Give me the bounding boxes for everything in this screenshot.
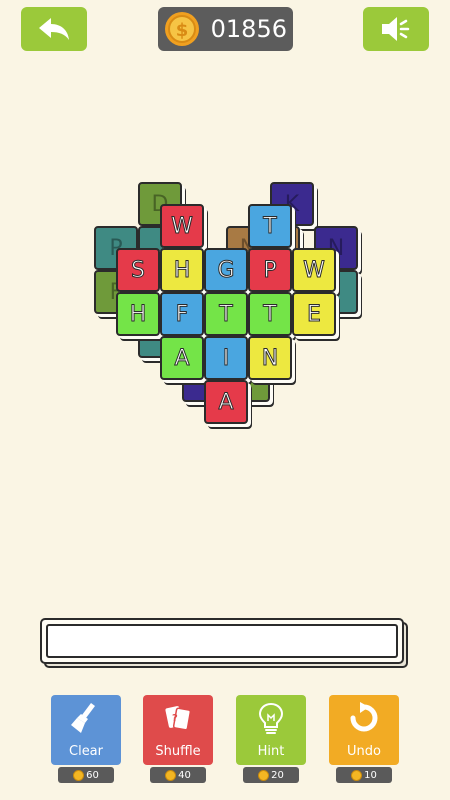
clear-cost: 60 [58,767,114,783]
letter-tile[interactable]: W [292,248,336,292]
letter-tile[interactable]: H [116,292,160,336]
coin-icon [165,769,177,781]
hint-cost: 20 [243,767,299,783]
hint-label: Hint [257,744,285,759]
shuffle-label: Shuffle [155,744,201,759]
shuffle-button[interactable]: ? Shuffle [143,695,213,765]
clear-button[interactable]: Clear [51,695,121,765]
letter-tile[interactable]: E [292,292,336,336]
letter-tile[interactable]: H [160,248,204,292]
hint-button[interactable]: Hint [236,695,306,765]
coin-icon [258,769,270,781]
cards-icon: ? [165,706,192,731]
undo-label: Undo [347,744,381,759]
word-slot [40,618,410,668]
clear-label: Clear [69,744,103,759]
shuffle-cost: 40 [150,767,206,783]
tile-board: DKPNFNWTSHGPWHFTTEAINA [0,0,450,600]
letter-tile[interactable]: P [248,248,292,292]
undo-cost: 10 [336,767,392,783]
letter-tile[interactable]: T [248,204,292,248]
letter-tile[interactable]: N [248,336,292,380]
letter-tile[interactable]: A [204,380,248,424]
undo-arrow-icon [350,702,378,732]
letter-tile[interactable]: A [160,336,204,380]
lightbulb-icon [258,702,284,734]
broom-icon [71,703,95,733]
svg-text:?: ? [172,713,178,724]
letter-tile[interactable]: F [160,292,204,336]
word-input [46,624,398,658]
letter-tile[interactable]: T [248,292,292,336]
coin-icon [351,769,363,781]
letter-tile[interactable]: G [204,248,248,292]
undo-button[interactable]: Undo [329,695,399,765]
coin-icon [73,769,85,781]
letter-tile[interactable]: I [204,336,248,380]
letter-tile[interactable]: S [116,248,160,292]
letter-tile[interactable]: W [160,204,204,248]
letter-tile[interactable]: T [204,292,248,336]
